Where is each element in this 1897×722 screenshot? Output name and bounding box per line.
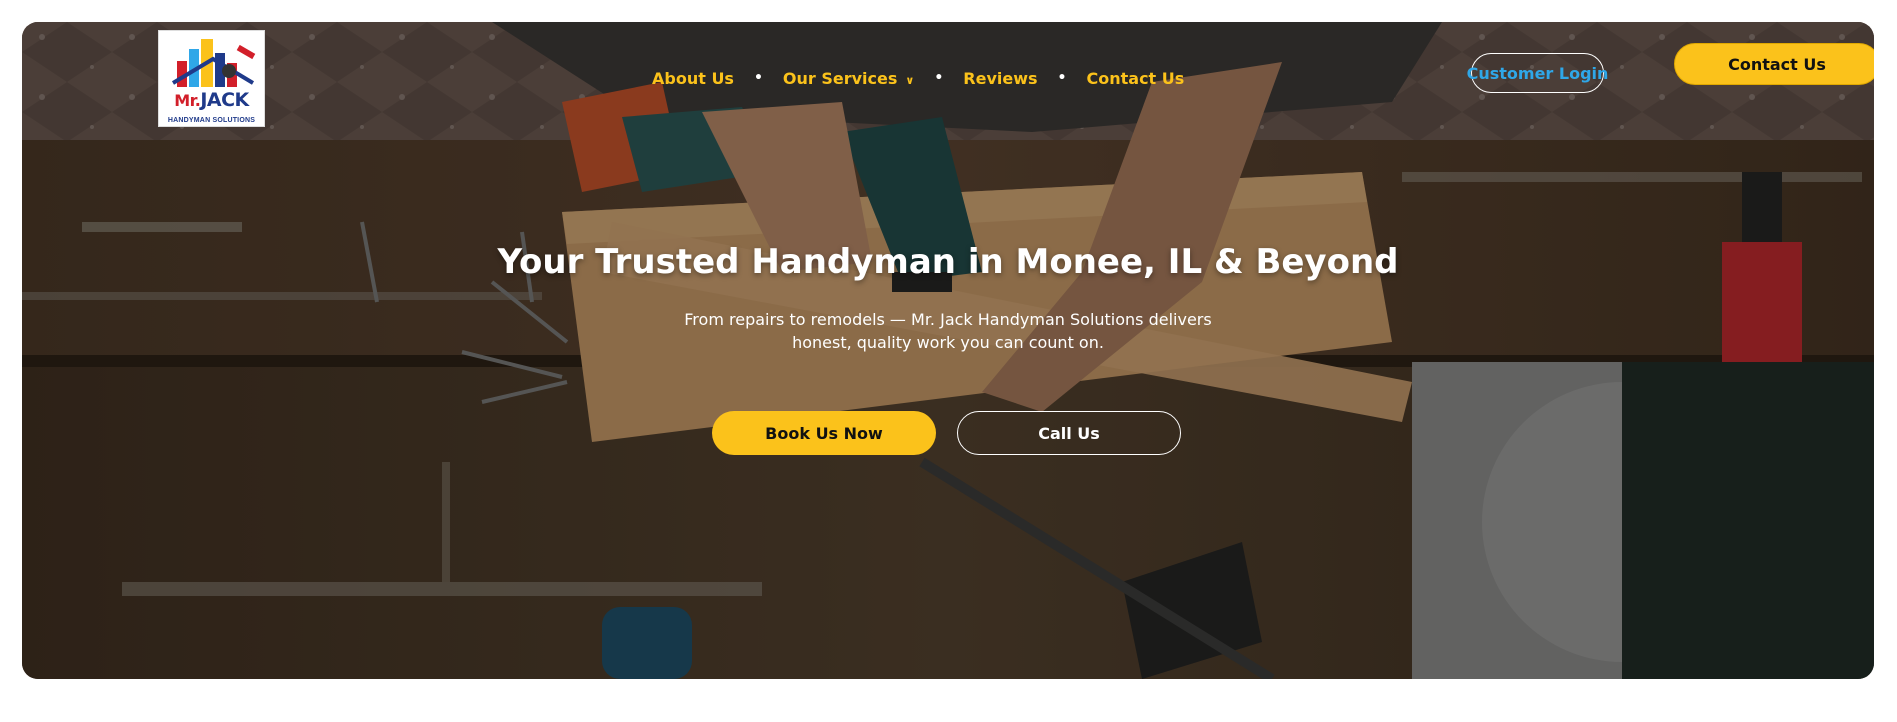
nav-separator: •	[753, 70, 763, 86]
nav-item-contact-us[interactable]: Contact Us	[1087, 69, 1185, 88]
nav-separator: •	[934, 70, 944, 86]
nav-item-our-services[interactable]: Our Services ∨	[783, 69, 914, 88]
nav-item-our-services-label: Our Services	[782, 68, 898, 88]
nav-separator: •	[1057, 70, 1067, 86]
header-contact-button[interactable]: Contact Us	[1674, 43, 1874, 85]
main-nav: About Us • Our Services ∨ • Reviews • Con…	[652, 66, 1184, 90]
chevron-down-icon: ∨	[905, 73, 915, 87]
logo-wordmark: Mr.JACK	[174, 89, 249, 111]
brand-logo[interactable]: Mr.JACK HANDYMAN SOLUTIONS	[158, 30, 265, 127]
hero-subtext: From repairs to remodels — Mr. Jack Hand…	[684, 310, 1212, 352]
hero-headline: Your Trusted Handyman in Monee, IL & Bey…	[497, 242, 1399, 282]
customer-login-button[interactable]: Customer Login	[1467, 53, 1608, 93]
nav-item-reviews[interactable]: Reviews	[963, 69, 1037, 88]
book-us-now-button[interactable]: Book Us Now	[712, 411, 936, 455]
call-us-button[interactable]: Call Us	[957, 411, 1181, 455]
logo-skyline-icon	[171, 39, 256, 87]
nav-item-about-us[interactable]: About Us	[652, 69, 734, 88]
logo-tagline: HANDYMAN SOLUTIONS	[167, 117, 256, 124]
hero-section: Mr.JACK HANDYMAN SOLUTIONS About Us • Ou…	[22, 22, 1874, 679]
